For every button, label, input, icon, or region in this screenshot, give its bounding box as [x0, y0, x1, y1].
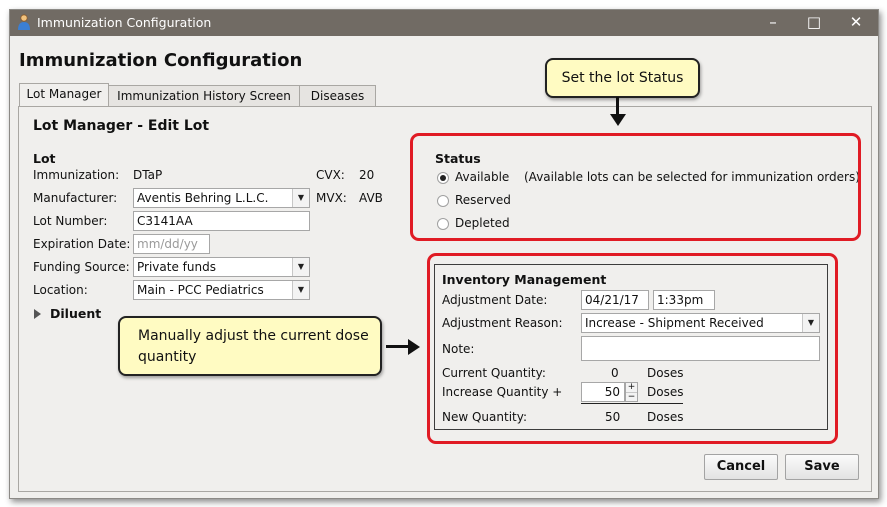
- cancel-button[interactable]: Cancel: [704, 454, 778, 480]
- lot-header: Lot: [33, 151, 56, 166]
- tab-immunization-history-screen[interactable]: Immunization History Screen: [108, 85, 300, 106]
- location-label: Location:: [33, 283, 88, 297]
- tab-lot-manager[interactable]: Lot Manager: [19, 83, 109, 107]
- immunization-label: Immunization:: [33, 168, 120, 182]
- page-title: Immunization Configuration: [19, 50, 303, 71]
- close-button[interactable]: ✕: [836, 10, 876, 36]
- funding-source-value: Private funds: [137, 260, 216, 274]
- lot-number-label: Lot Number:: [33, 214, 108, 228]
- mvx-label: MVX:: [316, 191, 347, 205]
- cvx-label: CVX:: [316, 168, 345, 182]
- chevron-down-icon[interactable]: ▼: [292, 189, 309, 207]
- location-value: Main - PCC Pediatrics: [137, 283, 264, 297]
- maximize-button[interactable]: □: [794, 10, 834, 36]
- title-bar[interactable]: Immunization Configuration – □ ✕: [10, 10, 878, 36]
- window-title: Immunization Configuration: [37, 15, 212, 30]
- minimize-button[interactable]: –: [753, 10, 793, 36]
- status-highlight-box: [410, 133, 861, 241]
- location-dropdown[interactable]: Main - PCC Pediatrics ▼: [133, 280, 310, 300]
- tab-diseases[interactable]: Diseases: [299, 85, 376, 106]
- diluent-toggle[interactable]: Diluent: [50, 306, 101, 321]
- immunization-value: DTaP: [133, 168, 163, 182]
- status-callout: Set the lot Status: [545, 58, 700, 98]
- dose-callout-arrow-shaft: [386, 345, 410, 348]
- funding-source-label: Funding Source:: [33, 260, 130, 274]
- expiration-date-input[interactable]: mm/dd/yy: [133, 234, 210, 254]
- chevron-down-icon[interactable]: ▼: [292, 281, 309, 299]
- manufacturer-dropdown[interactable]: Aventis Behring L.L.C. ▼: [133, 188, 310, 208]
- section-title: Lot Manager - Edit Lot: [33, 118, 210, 134]
- chevron-down-icon[interactable]: ▼: [292, 258, 309, 276]
- mvx-value: AVB: [359, 191, 383, 205]
- app-person-icon: [18, 14, 30, 30]
- cvx-value: 20: [359, 168, 375, 182]
- arrow-down-icon: [610, 114, 626, 126]
- lot-number-input[interactable]: C3141AA: [133, 211, 310, 231]
- expiration-date-label: Expiration Date:: [33, 237, 131, 251]
- save-button[interactable]: Save: [785, 454, 859, 480]
- manufacturer-label: Manufacturer:: [33, 191, 118, 205]
- funding-source-dropdown[interactable]: Private funds ▼: [133, 257, 310, 277]
- dose-callout: Manually adjust the current dose quantit…: [118, 316, 382, 376]
- arrow-right-icon: [408, 339, 420, 355]
- inventory-highlight-box: [427, 253, 838, 444]
- manufacturer-value: Aventis Behring L.L.C.: [137, 191, 269, 205]
- expand-triangle-icon[interactable]: [34, 309, 41, 319]
- status-callout-arrow-shaft: [616, 97, 619, 115]
